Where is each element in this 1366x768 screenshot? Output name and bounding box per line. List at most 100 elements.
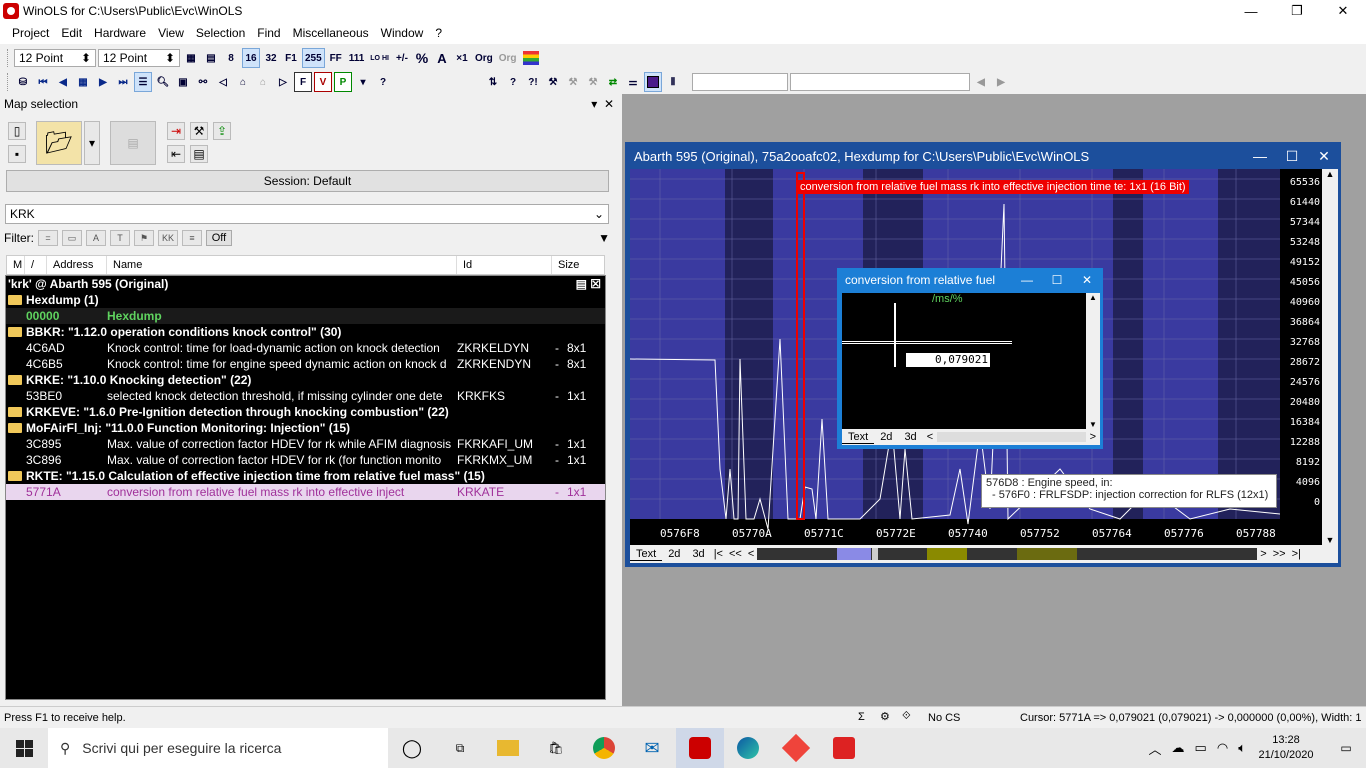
next-map-icon[interactable]: ▶ [94, 72, 112, 92]
search-combo[interactable]: KRK ⌄ [5, 204, 609, 224]
map-tab-2d[interactable]: 2d [874, 431, 898, 443]
maximize-button[interactable]: ❐ [1274, 0, 1320, 22]
map-minimize-button[interactable]: — [1012, 269, 1042, 291]
sign-toggle-icon[interactable]: +/- [393, 48, 411, 68]
minimize-button[interactable]: — [1228, 0, 1274, 22]
binary-111-button[interactable]: 111 [347, 48, 367, 68]
menu-help[interactable]: ? [429, 26, 448, 40]
frame-p-icon[interactable]: P [334, 72, 352, 92]
map-close-button[interactable]: ✕ [1072, 269, 1102, 291]
hex-ff-button[interactable]: FF [327, 48, 345, 68]
lohi-button[interactable]: LO HI [368, 48, 391, 68]
scroll-back-icon[interactable]: < [745, 548, 757, 560]
toolbar-field-2[interactable] [790, 73, 970, 91]
scroll-down-icon[interactable]: ▼ [1322, 535, 1338, 545]
col-m[interactable]: M [7, 256, 25, 274]
map-scroll-right-icon[interactable]: > [1086, 431, 1100, 443]
open-folder-icon[interactable]: 📂︎ [36, 121, 82, 165]
map-maximize-button[interactable]: ☐ [1042, 269, 1072, 291]
col-id[interactable]: Id [457, 256, 552, 274]
color-box-icon[interactable] [644, 72, 662, 92]
hex-minimize-button[interactable]: — [1244, 143, 1276, 169]
table-view-icon[interactable]: ▤ [202, 48, 220, 68]
list-close-icon[interactable]: ☒ [590, 277, 601, 291]
filter-text-icon[interactable]: T [110, 230, 130, 246]
original-button[interactable]: Org [473, 48, 495, 68]
decimal-255-button[interactable]: 255 [302, 48, 325, 68]
frame-v-icon[interactable]: V [314, 72, 332, 92]
session-button[interactable]: Session: Default [6, 170, 609, 192]
list-item[interactable]: 3C896 Max. value of correction factor HDE… [6, 452, 605, 468]
original-diff-button[interactable]: Org [497, 48, 519, 68]
scroll-first-icon[interactable]: |< [711, 548, 726, 560]
filter-font-icon[interactable]: A [86, 230, 106, 246]
factor-icon[interactable]: A [433, 48, 451, 68]
list-item[interactable]: 4C6AD Knock control: time for load-dynami… [6, 340, 605, 356]
map-tab-3d[interactable]: 3d [898, 431, 922, 443]
cortana-icon[interactable]: ◯ [388, 728, 436, 768]
import-icon[interactable]: ⇥ [167, 122, 185, 140]
map-cell-value[interactable]: 0,079021 [906, 353, 990, 367]
list-group[interactable]: BBKR: "1.12.0 operation conditions knock… [6, 324, 605, 340]
store-icon[interactable]: 🛍︎ [532, 728, 580, 768]
last-map-icon[interactable]: ⏭ [114, 72, 132, 92]
prev-map-icon[interactable]: ◀ [54, 72, 72, 92]
font-size-select-1[interactable]: 12 Point ⬍ [14, 49, 96, 67]
map-vscroll[interactable]: ▲ ▼ [1086, 293, 1100, 429]
list-group[interactable]: Hexdump (1) [6, 292, 605, 308]
filter-kk-icon[interactable]: KK [158, 230, 178, 246]
col-slash[interactable]: / [25, 256, 47, 274]
list-item[interactable]: 3C895 Max. value of correction factor HDE… [6, 436, 605, 452]
filter-list-icon[interactable]: ≡ [182, 230, 202, 246]
clock[interactable]: 13:28 21/10/2020 [1246, 733, 1326, 763]
bits-32-button[interactable]: 32 [262, 48, 280, 68]
tab-text[interactable]: Text [630, 548, 663, 561]
hex-maximize-button[interactable]: ☐ [1276, 143, 1308, 169]
find-map-icon[interactable]: 🔍︎ [154, 72, 172, 92]
first-map-icon[interactable]: ⏮ [34, 72, 52, 92]
color-palette-icon[interactable] [521, 48, 541, 68]
edge-icon[interactable] [724, 728, 772, 768]
scroll-fast-back-icon[interactable]: << [726, 548, 745, 560]
connect-icon[interactable]: ⚯ [194, 72, 212, 92]
sort-icon[interactable]: ⇅ [484, 72, 502, 92]
mail-icon[interactable]: ✉ [628, 728, 676, 768]
scroll-right-icon[interactable]: ▶ [992, 72, 1010, 92]
bits-16-button[interactable]: 16 [242, 48, 260, 68]
scroll-forward-icon[interactable]: > [1257, 548, 1269, 560]
menu-find[interactable]: Find [251, 26, 286, 40]
volume-icon[interactable]: 🔈︎ [1238, 740, 1246, 756]
grid-view-icon[interactable]: ▦ [182, 48, 200, 68]
menu-window[interactable]: Window [375, 26, 430, 40]
toolbar-field-1[interactable] [692, 73, 788, 91]
export-icon[interactable]: ⇄ [604, 72, 622, 92]
winols-taskbar-icon[interactable] [676, 728, 724, 768]
cloud-icon[interactable]: ☁ [1172, 740, 1185, 756]
columns-icon[interactable]: ⫴ [664, 72, 682, 92]
list-options-icon[interactable]: ▤ [576, 277, 587, 291]
map-scroll-left-icon[interactable]: < [923, 431, 937, 443]
map-selection-icon[interactable]: ☰ [134, 72, 152, 92]
task-view-icon[interactable]: ⧉ [436, 728, 484, 768]
menu-edit[interactable]: Edit [55, 26, 88, 40]
overview-thumb[interactable] [837, 548, 872, 560]
alignment-icon[interactable]: ⚌ [624, 72, 642, 92]
open-dropdown-icon[interactable]: ▾ [84, 121, 100, 165]
properties-map-icon[interactable]: ▤ [190, 145, 208, 163]
vertical-scrollbar[interactable]: ▲ ▼ [1322, 169, 1338, 545]
scroll-down-icon[interactable]: ▼ [1086, 420, 1100, 429]
panel-dropdown-icon[interactable]: ▾ [591, 97, 597, 111]
filter-equals-icon[interactable]: = [38, 230, 58, 246]
col-address[interactable]: Address [47, 256, 107, 274]
filter-dropdown-icon[interactable]: ▼ [598, 231, 610, 245]
map-tab-text[interactable]: Text [842, 431, 875, 444]
scroll-fast-forward-icon[interactable]: >> [1270, 548, 1289, 560]
database-icon[interactable]: ⛁ [14, 72, 32, 92]
anydesk-icon[interactable] [772, 728, 820, 768]
save-icon[interactable]: ▪ [8, 145, 26, 163]
question-icon[interactable]: ? [374, 72, 392, 92]
upload-icon[interactable]: ⇪ [213, 122, 231, 140]
list-item[interactable]: 00000 Hexdump [6, 308, 605, 324]
list-item-selected[interactable]: 5771A conversion from relative fuel mass … [6, 484, 605, 500]
dropdown-arrow-icon[interactable]: ▾ [354, 72, 372, 92]
